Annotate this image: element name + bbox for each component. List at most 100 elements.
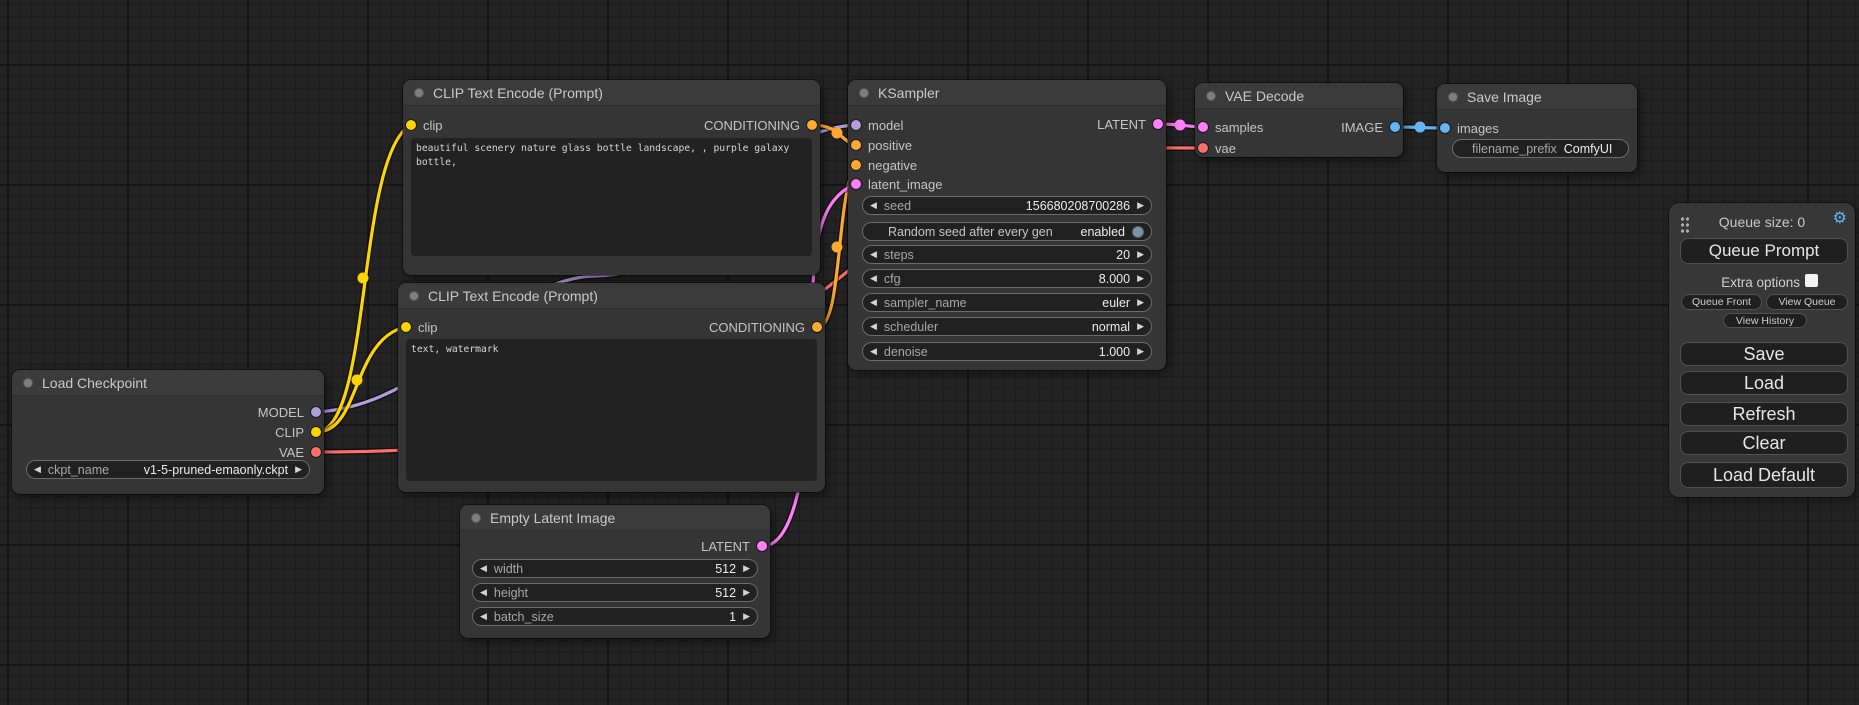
clear-button[interactable]: Clear: [1680, 431, 1848, 455]
left-arrow-icon[interactable]: ◀: [480, 564, 487, 573]
sampler-name-widget[interactable]: ◀ sampler_name euler ▶: [862, 293, 1152, 312]
node-ksampler[interactable]: KSampler model positive negative latent_…: [848, 80, 1166, 370]
collapse-dot[interactable]: [1448, 92, 1458, 102]
right-arrow-icon[interactable]: ▶: [295, 465, 302, 474]
right-arrow-icon[interactable]: ▶: [1137, 201, 1144, 210]
collapse-dot[interactable]: [23, 378, 33, 388]
left-arrow-icon[interactable]: ◀: [870, 347, 877, 356]
left-arrow-icon[interactable]: ◀: [870, 322, 877, 331]
node-title: CLIP Text Encode (Prompt): [433, 85, 603, 101]
negative-prompt-textarea[interactable]: text, watermark: [406, 339, 817, 481]
view-history-button[interactable]: View History: [1723, 313, 1807, 328]
vae-output-port[interactable]: [311, 447, 321, 457]
node-title-bar[interactable]: Empty Latent Image: [460, 505, 770, 531]
link-midpoint-dot: [832, 128, 843, 139]
node-title: Load Checkpoint: [42, 375, 147, 391]
refresh-button[interactable]: Refresh: [1680, 402, 1848, 426]
negative-input-port[interactable]: [851, 160, 861, 170]
steps-widget[interactable]: ◀ steps 20 ▶: [862, 245, 1152, 264]
node-clip-text-encode-negative[interactable]: CLIP Text Encode (Prompt) clip CONDITION…: [398, 283, 825, 492]
latent-output-port[interactable]: [1153, 119, 1163, 129]
node-title-bar[interactable]: CLIP Text Encode (Prompt): [398, 283, 825, 309]
left-arrow-icon[interactable]: ◀: [870, 298, 877, 307]
save-button[interactable]: Save: [1680, 342, 1848, 366]
collapse-dot[interactable]: [409, 291, 419, 301]
positive-input-port[interactable]: [851, 140, 861, 150]
queue-prompt-button[interactable]: Queue Prompt: [1680, 238, 1848, 264]
input-label-images: images: [1457, 121, 1499, 136]
filename-prefix-widget[interactable]: filename_prefix ComfyUI: [1452, 139, 1629, 158]
node-empty-latent-image[interactable]: Empty Latent Image LATENT ◀ width 512 ▶ …: [460, 505, 770, 638]
height-widget[interactable]: ◀ height 512 ▶: [472, 583, 758, 602]
positive-prompt-textarea[interactable]: beautiful scenery nature glass bottle la…: [411, 138, 812, 256]
image-output-port[interactable]: [1390, 122, 1400, 132]
clip-output-port[interactable]: [311, 427, 321, 437]
left-arrow-icon[interactable]: ◀: [870, 250, 877, 259]
conditioning-output-port[interactable]: [807, 120, 817, 130]
toggle-circle-icon[interactable]: [1132, 226, 1144, 238]
ckpt-name-widget[interactable]: ◀ ckpt_name v1-5-pruned-emaonly.ckpt ▶: [26, 460, 310, 479]
right-arrow-icon[interactable]: ▶: [743, 564, 750, 573]
extra-options-checkbox[interactable]: [1805, 274, 1818, 287]
queue-panel[interactable]: Queue size: 0 ⚙ Queue Prompt Extra optio…: [1669, 203, 1855, 497]
node-clip-text-encode-positive[interactable]: CLIP Text Encode (Prompt) clip CONDITION…: [403, 80, 820, 275]
right-arrow-icon[interactable]: ▶: [1137, 274, 1144, 283]
node-title: Empty Latent Image: [490, 510, 615, 526]
output-label-conditioning: CONDITIONING: [704, 118, 800, 133]
load-button[interactable]: Load: [1680, 371, 1848, 395]
seed-widget[interactable]: ◀ seed 156680208700286 ▶: [862, 196, 1152, 215]
cfg-widget[interactable]: ◀ cfg 8.000 ▶: [862, 269, 1152, 288]
collapse-dot[interactable]: [414, 88, 424, 98]
queue-front-button[interactable]: Queue Front: [1681, 294, 1762, 310]
right-arrow-icon[interactable]: ▶: [1137, 322, 1144, 331]
left-arrow-icon[interactable]: ◀: [870, 201, 877, 210]
node-save-image[interactable]: Save Image images filename_prefix ComfyU…: [1437, 84, 1637, 172]
width-widget[interactable]: ◀ width 512 ▶: [472, 559, 758, 578]
node-title-bar[interactable]: CLIP Text Encode (Prompt): [403, 80, 820, 106]
collapse-dot[interactable]: [859, 88, 869, 98]
conditioning-output-port[interactable]: [812, 322, 822, 332]
node-vae-decode[interactable]: VAE Decode samples vae IMAGE: [1195, 83, 1403, 157]
right-arrow-icon[interactable]: ▶: [1137, 298, 1144, 307]
node-load-checkpoint[interactable]: Load Checkpoint MODEL CLIP VAE ◀ ckpt_na…: [12, 370, 324, 494]
left-arrow-icon[interactable]: ◀: [480, 612, 487, 621]
model-input-port[interactable]: [851, 120, 861, 130]
clip-input-port[interactable]: [401, 322, 411, 332]
input-label-latent-image: latent_image: [868, 177, 942, 192]
collapse-dot[interactable]: [1206, 91, 1216, 101]
model-output-port[interactable]: [311, 407, 321, 417]
left-arrow-icon[interactable]: ◀: [34, 465, 41, 474]
scheduler-widget[interactable]: ◀ scheduler normal ▶: [862, 317, 1152, 336]
latent-image-input-port[interactable]: [851, 179, 861, 189]
input-label-model: model: [868, 118, 903, 133]
images-input-port[interactable]: [1440, 123, 1450, 133]
node-title: KSampler: [878, 85, 939, 101]
settings-gear-icon[interactable]: ⚙: [1833, 211, 1847, 227]
link-midpoint-dot: [358, 273, 369, 284]
vae-input-port[interactable]: [1198, 143, 1208, 153]
right-arrow-icon[interactable]: ▶: [743, 588, 750, 597]
load-default-button[interactable]: Load Default: [1680, 462, 1848, 488]
node-title-bar[interactable]: VAE Decode: [1195, 83, 1403, 109]
link-midpoint-dot: [1415, 122, 1426, 133]
output-label-latent: LATENT: [701, 539, 750, 554]
right-arrow-icon[interactable]: ▶: [1137, 347, 1144, 356]
samples-input-port[interactable]: [1198, 122, 1208, 132]
left-arrow-icon[interactable]: ◀: [480, 588, 487, 597]
right-arrow-icon[interactable]: ▶: [1137, 250, 1144, 259]
batch-size-widget[interactable]: ◀ batch_size 1 ▶: [472, 607, 758, 626]
denoise-widget[interactable]: ◀ denoise 1.000 ▶: [862, 342, 1152, 361]
node-title: Save Image: [1467, 89, 1542, 105]
input-label-samples: samples: [1215, 120, 1263, 135]
view-queue-button[interactable]: View Queue: [1766, 294, 1848, 310]
node-graph-canvas[interactable]: Load Checkpoint MODEL CLIP VAE ◀ ckpt_na…: [0, 0, 1859, 705]
left-arrow-icon[interactable]: ◀: [870, 274, 877, 283]
latent-output-port[interactable]: [757, 541, 767, 551]
node-title-bar[interactable]: KSampler: [848, 80, 1166, 106]
random-seed-toggle-widget[interactable]: Random seed after every gen enabled: [862, 222, 1152, 241]
node-title-bar[interactable]: Save Image: [1437, 84, 1637, 110]
right-arrow-icon[interactable]: ▶: [743, 612, 750, 621]
collapse-dot[interactable]: [471, 513, 481, 523]
node-title-bar[interactable]: Load Checkpoint: [12, 370, 324, 396]
clip-input-port[interactable]: [406, 120, 416, 130]
